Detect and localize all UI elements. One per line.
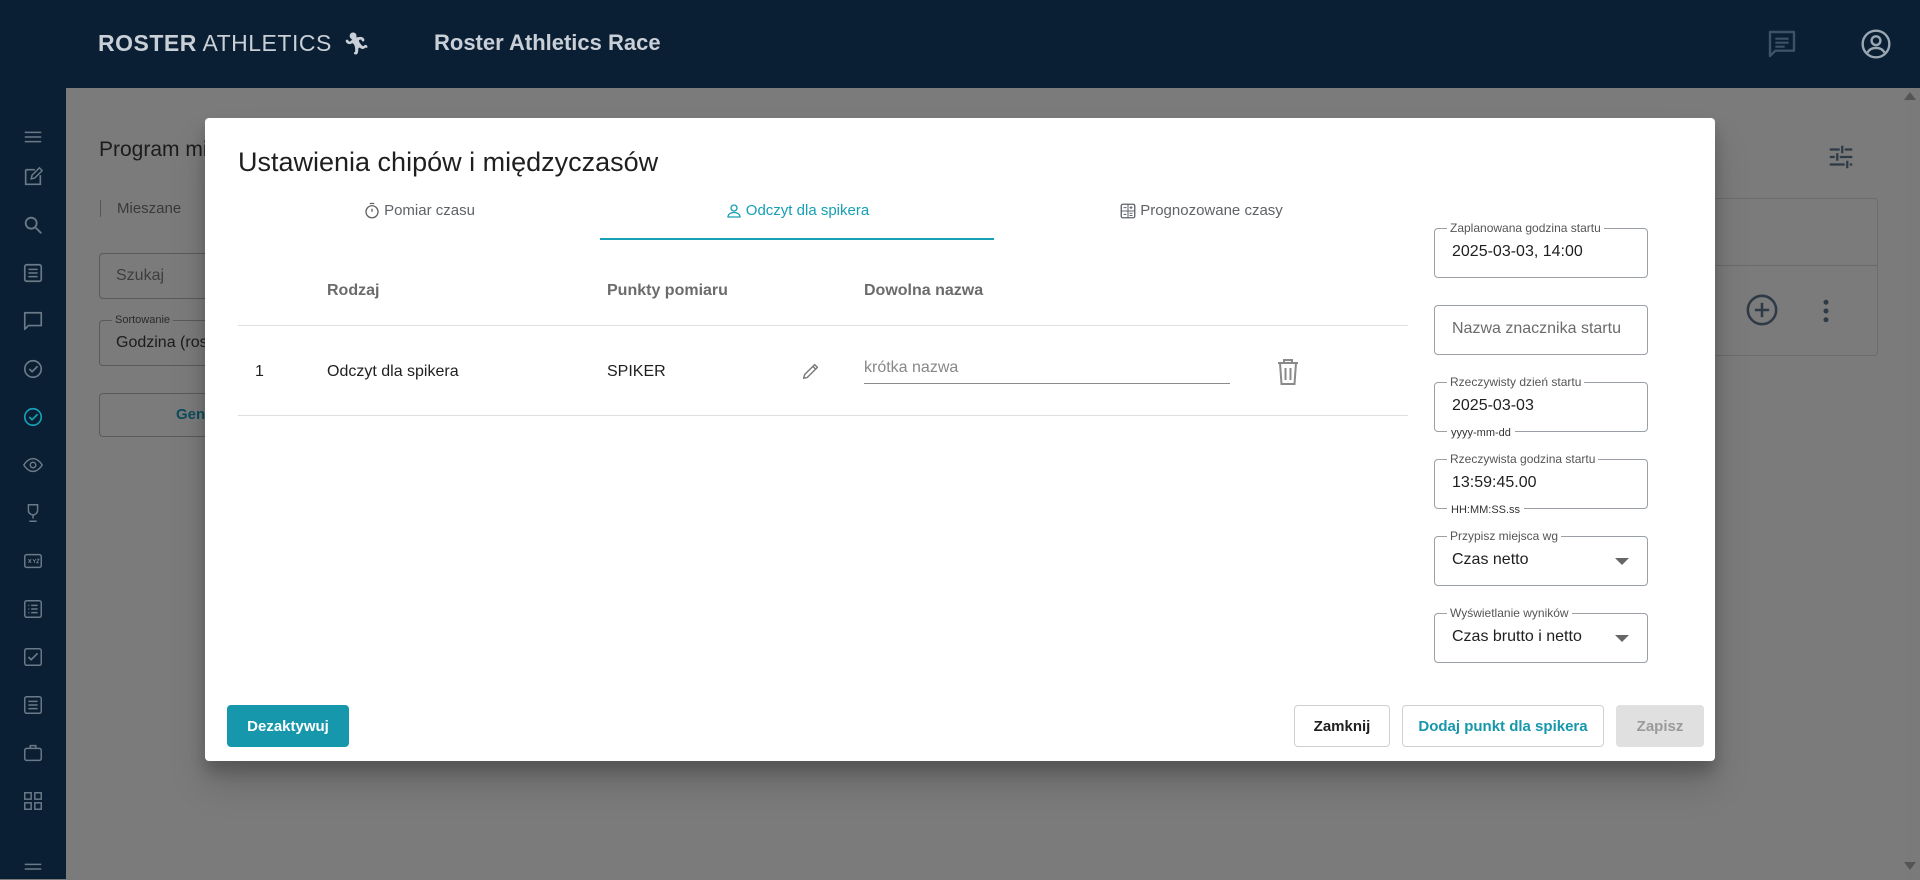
deactivate-button[interactable]: Dezaktywuj xyxy=(227,705,349,747)
actual-time-label: Rzeczywista godzina startu xyxy=(1447,452,1599,466)
planned-start-value: 2025-03-03, 14:00 xyxy=(1452,243,1583,260)
briefcase-icon[interactable] xyxy=(22,742,44,764)
tab-timing-label: Pomiar czasu xyxy=(384,202,475,219)
roster-athletics-logo[interactable]: ROSTER ATHLETICS 🏃︎ xyxy=(98,30,371,57)
tab-predicted-times-label: Prognozowane czasy xyxy=(1140,202,1283,219)
search-input[interactable]: Szukaj xyxy=(99,253,211,299)
actual-day-label: Rzeczywisty dzień startu xyxy=(1447,375,1585,389)
generate-button[interactable]: Gen xyxy=(99,393,211,437)
chat-icon[interactable] xyxy=(22,310,44,332)
table-row: 1 Odczyt dla spikera SPIKER xyxy=(238,327,1408,416)
add-speaker-point-button[interactable]: Dodaj punkt dla spikera xyxy=(1402,705,1604,747)
results-display-value: Czas brutto i netto xyxy=(1452,628,1582,645)
assign-places-select[interactable]: Przypisz miejsca wg Czas netto xyxy=(1434,529,1648,586)
eye-icon[interactable] xyxy=(22,454,44,476)
winged-shoe-icon: 🏃︎ xyxy=(342,31,372,56)
actual-day-field[interactable]: Rzeczywisty dzień startu 2025-03-03 yyyy… xyxy=(1434,375,1648,439)
person-icon xyxy=(727,204,741,218)
actual-time-hint: HH:MM:SS.ss xyxy=(1447,504,1525,516)
background-card xyxy=(1712,198,1878,356)
row-index: 1 xyxy=(255,363,264,380)
planned-start-label: Zaplanowana godzina startu xyxy=(1447,221,1604,235)
col-header-name: Dowolna nazwa xyxy=(864,282,984,299)
actual-day-hint: yyyy-mm-dd xyxy=(1447,427,1515,439)
col-header-type: Rodzaj xyxy=(327,282,380,299)
sidebar xyxy=(0,88,66,879)
tab-mixed[interactable]: Mieszane xyxy=(100,200,181,217)
col-header-points: Punkty pomiaru xyxy=(607,282,728,299)
check-circle-icon[interactable] xyxy=(22,358,44,380)
tab-speaker-reading[interactable]: Odczyt dla spikera xyxy=(600,198,994,240)
dialog-title: Ustawienia chipów i międzyczasów xyxy=(238,147,659,177)
card-divider xyxy=(1713,265,1877,266)
sort-label: Sortowanie xyxy=(112,314,174,326)
menu-icon[interactable] xyxy=(22,858,44,880)
list-icon[interactable] xyxy=(22,262,44,284)
page-title: Program mi xyxy=(99,138,208,161)
chevron-down-icon xyxy=(1615,558,1629,565)
short-name-input[interactable] xyxy=(864,353,1230,384)
tab-speaker-reading-label: Odczyt dla spikera xyxy=(745,202,870,219)
close-button[interactable]: Zamknij xyxy=(1294,705,1390,747)
assign-places-value: Czas netto xyxy=(1452,551,1529,568)
more-vert-icon[interactable] xyxy=(1818,296,1834,326)
calculator-icon xyxy=(1120,203,1136,219)
chip-settings-dialog: Ustawienia chipów i międzyczasów Pomiar … xyxy=(205,118,1715,761)
sort-select[interactable]: Sortowanie Godzina (rosn xyxy=(99,314,217,366)
chevron-down-icon xyxy=(1615,635,1629,642)
grid-icon[interactable] xyxy=(22,790,44,812)
results-display-label: Wyświetlanie wyników xyxy=(1447,606,1572,620)
scroll-down-arrow[interactable] xyxy=(1904,862,1916,870)
start-marker-field[interactable]: Nazwa znacznika startu xyxy=(1434,305,1648,355)
row-point: SPIKER xyxy=(607,363,666,380)
checkbox-icon[interactable] xyxy=(22,646,44,668)
delete-icon[interactable] xyxy=(1276,358,1300,386)
logo-light-text: ATHLETICS xyxy=(202,30,332,56)
generate-button-label: Gen xyxy=(176,406,206,423)
scroll-up-arrow[interactable] xyxy=(1904,92,1916,100)
list-icon[interactable] xyxy=(22,694,44,716)
add-circle-icon[interactable] xyxy=(1745,293,1779,327)
sort-value: Godzina (rosn xyxy=(116,334,217,351)
start-marker-placeholder: Nazwa znacznika startu xyxy=(1452,320,1621,337)
search-icon[interactable] xyxy=(22,214,44,236)
filter-settings-icon[interactable] xyxy=(1826,142,1856,172)
actual-time-field[interactable]: Rzeczywista godzina startu 13:59:45.00 H… xyxy=(1434,452,1648,516)
active-tab-indicator xyxy=(600,238,994,240)
planned-start-field[interactable]: Zaplanowana godzina startu 2025-03-03, 1… xyxy=(1434,221,1648,278)
app-title: Roster Athletics Race xyxy=(434,30,661,55)
trophy-icon[interactable] xyxy=(22,502,44,524)
row-type: Odczyt dla spikera xyxy=(327,363,459,380)
search-placeholder: Szukaj xyxy=(116,267,165,284)
xyz-icon[interactable] xyxy=(22,550,44,572)
save-button[interactable]: Zapisz xyxy=(1616,705,1704,747)
logo-bold-text: ROSTER xyxy=(98,30,197,56)
table-header: Rodzaj Punkty pomiaru Dowolna nazwa xyxy=(238,278,1408,326)
assign-places-label: Przypisz miejsca wg xyxy=(1447,529,1562,543)
menu-icon[interactable] xyxy=(22,126,44,148)
dialog-tabs: Pomiar czasu Odczyt dla spikera Prognozo… xyxy=(238,198,1408,240)
pencil-icon[interactable] xyxy=(800,360,822,382)
check-circle-active-icon[interactable] xyxy=(22,406,44,428)
tab-timing[interactable]: Pomiar czasu xyxy=(238,198,600,240)
chat-icon[interactable] xyxy=(1766,28,1798,60)
tab-predicted-times[interactable]: Prognozowane czasy xyxy=(994,198,1408,240)
account-icon[interactable] xyxy=(1860,28,1892,60)
actual-day-value: 2025-03-03 xyxy=(1452,397,1534,414)
edit-icon[interactable] xyxy=(22,166,44,188)
actual-time-value: 13:59:45.00 xyxy=(1452,474,1537,491)
list-detail-icon[interactable] xyxy=(22,598,44,620)
stopwatch-icon xyxy=(365,202,379,219)
top-bar: ROSTER ATHLETICS 🏃︎ Roster Athletics Rac… xyxy=(0,0,1920,88)
results-display-select[interactable]: Wyświetlanie wyników Czas brutto i netto xyxy=(1434,606,1648,663)
